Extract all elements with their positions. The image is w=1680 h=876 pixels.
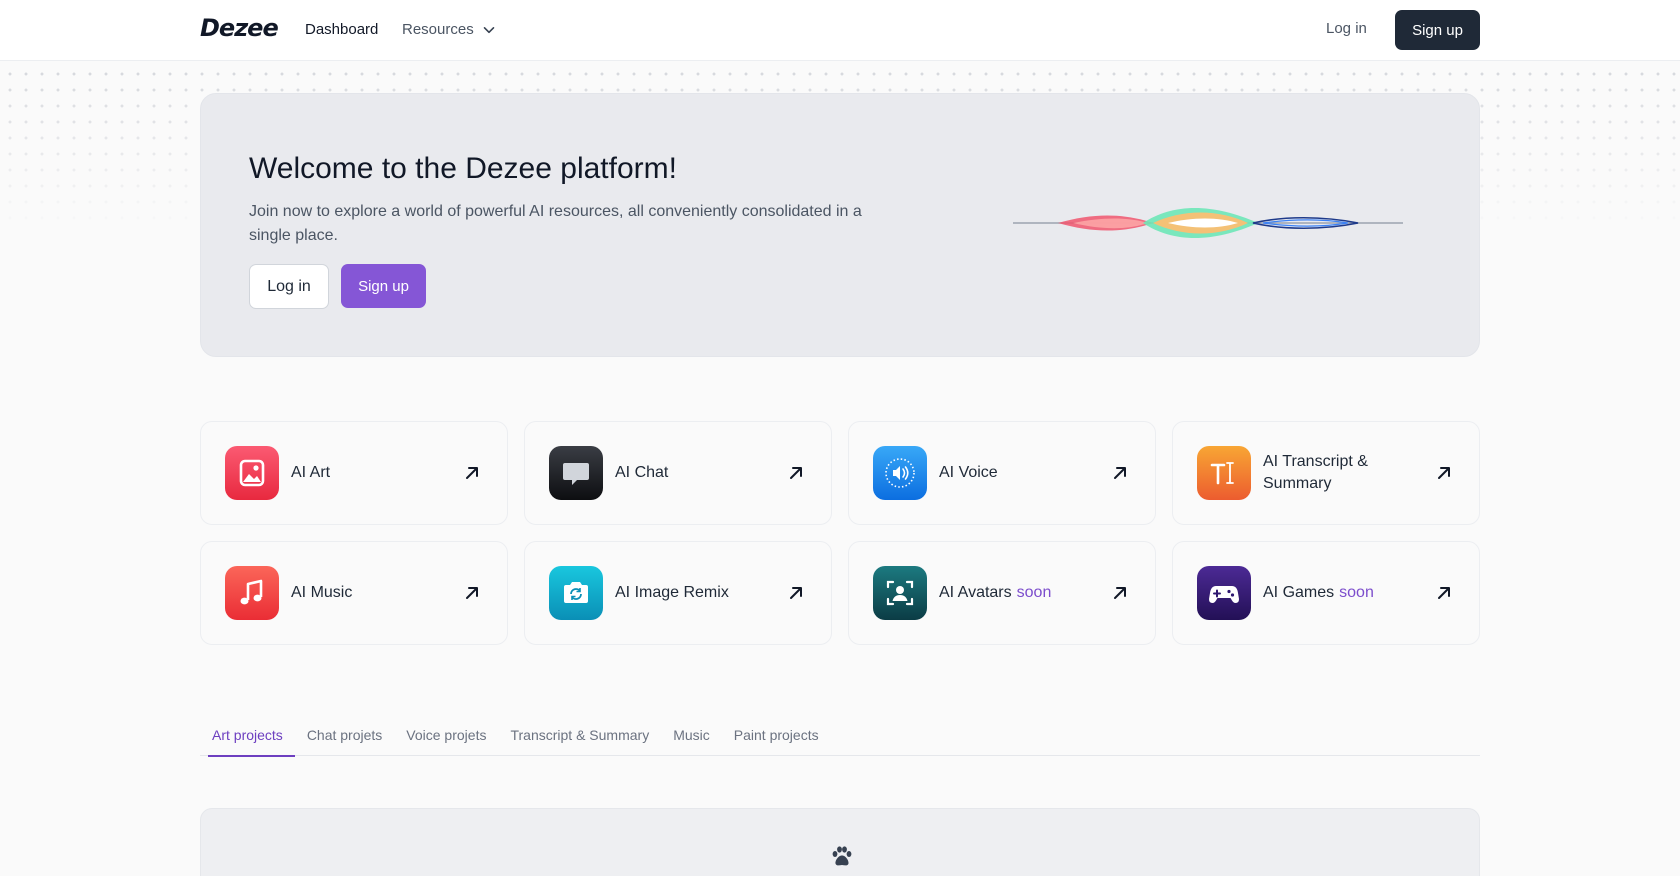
nav-dashboard-link[interactable]: Dashboard xyxy=(305,21,378,38)
tool-label: AI Transcript & Summary xyxy=(1263,453,1368,492)
tool-label: AI Art xyxy=(291,464,331,481)
image-icon xyxy=(225,446,279,500)
welcome-hero: Welcome to the Dezee platform! Join now … xyxy=(200,93,1480,357)
hero-title: Welcome to the Dezee platform! xyxy=(249,152,677,185)
header-signup-button[interactable]: Sign up xyxy=(1395,10,1480,50)
tool-card-ai-transcript[interactable]: AI Transcript & Summary xyxy=(1172,421,1480,525)
arrow-up-right-icon xyxy=(790,467,802,479)
arrow-up-right-icon xyxy=(1114,467,1126,479)
projects-panel xyxy=(200,808,1480,876)
hero-subtitle: Join now to explore a world of powerful … xyxy=(249,203,862,244)
camera-rotate-icon xyxy=(549,566,603,620)
voice-waveform-graphic xyxy=(1013,208,1403,238)
tab-transcript-summary[interactable]: Transcript & Summary xyxy=(498,718,661,756)
text-cursor-icon xyxy=(1197,446,1251,500)
soon-badge: soon xyxy=(1339,584,1374,601)
tool-card-ai-voice[interactable]: AI Voice xyxy=(848,421,1156,525)
tab-voice-projects[interactable]: Voice projets xyxy=(394,718,498,756)
tool-label: AI Voice xyxy=(939,464,998,481)
header-login-link[interactable]: Log in xyxy=(1326,20,1367,37)
hero-login-button[interactable]: Log in xyxy=(249,264,329,309)
arrow-up-right-icon xyxy=(466,587,478,599)
tab-chat-projects[interactable]: Chat projets xyxy=(295,718,394,756)
tool-label: AI Image Remix xyxy=(615,584,729,601)
dezee-logo[interactable]: Dezee xyxy=(200,14,279,42)
tool-card-ai-music[interactable]: AI Music xyxy=(200,541,508,645)
tool-label: AI Music xyxy=(291,584,353,601)
arrow-up-right-icon xyxy=(1114,587,1126,599)
top-navbar: Dezee Dashboard Resources Log in Sign up xyxy=(0,0,1680,61)
tool-card-ai-avatars[interactable]: AI Avatars soon xyxy=(848,541,1156,645)
music-note-icon xyxy=(225,566,279,620)
nav-resources-dropdown[interactable]: Resources xyxy=(402,21,496,38)
tool-card-ai-games[interactable]: AI Games soon xyxy=(1172,541,1480,645)
arrow-up-right-icon xyxy=(1438,587,1450,599)
tool-label: AI Avatars soon xyxy=(939,542,1099,644)
tab-paint-projects[interactable]: Paint projects xyxy=(722,718,831,756)
tab-music[interactable]: Music xyxy=(661,718,722,756)
soon-badge: soon xyxy=(1016,584,1052,601)
project-tabs: Art projects Chat projets Voice projets … xyxy=(200,718,1480,757)
tool-card-ai-image-remix[interactable]: AI Image Remix xyxy=(524,541,832,645)
chat-bubble-icon xyxy=(549,446,603,500)
nav-resources-label: Resources xyxy=(402,21,474,38)
hero-signup-button[interactable]: Sign up xyxy=(341,264,426,308)
chevron-down-icon xyxy=(483,26,495,33)
gamepad-icon xyxy=(1197,566,1251,620)
paw-icon xyxy=(832,846,852,866)
arrow-up-right-icon xyxy=(466,467,478,479)
speaker-icon xyxy=(873,446,927,500)
tool-label: AI Chat xyxy=(615,464,669,481)
tool-label: AI Games soon xyxy=(1263,542,1423,644)
tool-card-ai-art[interactable]: AI Art xyxy=(200,421,508,525)
arrow-up-right-icon xyxy=(1438,467,1450,479)
tool-card-ai-chat[interactable]: AI Chat xyxy=(524,421,832,525)
face-scan-icon xyxy=(873,566,927,620)
tab-art-projects[interactable]: Art projects xyxy=(200,718,295,757)
arrow-up-right-icon xyxy=(790,587,802,599)
